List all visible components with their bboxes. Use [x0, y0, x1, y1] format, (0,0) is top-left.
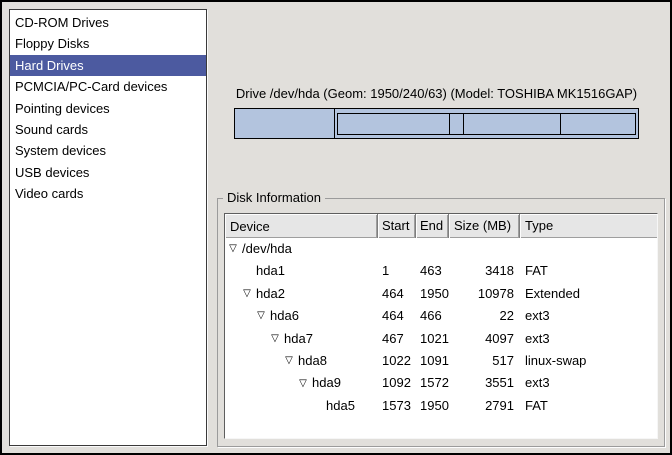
device-name: hda1 [256, 260, 285, 282]
partition-type: ext3 [520, 372, 657, 394]
sidebar-item-system-devices[interactable]: System devices [10, 140, 206, 161]
size-mb: 3418 [449, 260, 520, 282]
partition-type: ext3 [520, 305, 657, 327]
column-header-type[interactable]: Type [520, 214, 657, 238]
size-mb: 10978 [449, 283, 520, 305]
end-cylinder [416, 238, 449, 260]
partition-table-header: DeviceStartEndSize (MB)Type [225, 214, 657, 238]
size-mb: 517 [449, 350, 520, 372]
partition-hda2-extended-box [337, 113, 636, 135]
disk-information-label: Disk Information [223, 190, 325, 206]
hardware-browser-window: CD-ROM DrivesFloppy DisksHard DrivesPCMC… [0, 0, 672, 455]
start-cylinder: 467 [378, 328, 416, 350]
end-cylinder: 1572 [416, 372, 449, 394]
tree-expander-icon[interactable]: ▽ [241, 289, 253, 299]
start-cylinder: 464 [378, 283, 416, 305]
disk-information-frame: Disk Information DeviceStartEndSize (MB)… [217, 198, 665, 447]
partition-type: FAT [520, 260, 657, 282]
column-header-start[interactable]: Start [378, 214, 416, 238]
end-cylinder: 1950 [416, 395, 449, 417]
start-cylinder: 1022 [378, 350, 416, 372]
tree-expander-icon[interactable]: ▽ [255, 311, 267, 321]
partition-type: FAT [520, 395, 657, 417]
sidebar-item-cd-rom-drives[interactable]: CD-ROM Drives [10, 12, 206, 33]
table-row-hda6[interactable]: ▽hda6 46446622ext3 [225, 305, 657, 327]
tree-expander-icon[interactable]: ▽ [283, 356, 295, 366]
table-row-hda1[interactable]: hda1 14633418FAT [225, 260, 657, 282]
device-name: hda5 [326, 395, 355, 417]
sidebar-item-pcmcia-pc-card-devices[interactable]: PCMCIA/PC-Card devices [10, 76, 206, 97]
device-name: /dev/hda [242, 238, 292, 260]
drive-partition-bar [234, 108, 639, 139]
drive-title: Drive /dev/hda (Geom: 1950/240/63) (Mode… [234, 86, 639, 101]
table-row-hda7[interactable]: ▽hda7 46710214097ext3 [225, 328, 657, 350]
start-cylinder: 464 [378, 305, 416, 327]
table-row-hda5[interactable]: hda5 157319502791FAT [225, 395, 657, 417]
sidebar-item-video-cards[interactable]: Video cards [10, 183, 206, 204]
sidebar-item-sound-cards[interactable]: Sound cards [10, 119, 206, 140]
sidebar-item-usb-devices[interactable]: USB devices [10, 162, 206, 183]
column-header-size-mb-[interactable]: Size (MB) [449, 214, 520, 238]
tree-expander-icon[interactable]: ▽ [297, 379, 309, 389]
table-row--dev-hda[interactable]: ▽/dev/hda [225, 238, 657, 260]
sidebar-item-floppy-disks[interactable]: Floppy Disks [10, 33, 206, 54]
partition-hda1-segment [235, 109, 335, 138]
sidebar-item-hard-drives[interactable]: Hard Drives [10, 55, 206, 76]
partition-divider [449, 114, 450, 134]
tree-expander-icon[interactable]: ▽ [269, 334, 281, 344]
device-name: hda6 [270, 305, 299, 327]
size-mb [449, 238, 520, 260]
start-cylinder: 1092 [378, 372, 416, 394]
size-mb: 22 [449, 305, 520, 327]
partition-type [520, 238, 657, 260]
device-category-list: CD-ROM DrivesFloppy DisksHard DrivesPCMC… [9, 9, 207, 446]
end-cylinder: 1950 [416, 283, 449, 305]
start-cylinder [378, 238, 416, 260]
size-mb: 3551 [449, 372, 520, 394]
tree-expander-icon[interactable]: ▽ [227, 244, 239, 254]
table-row-hda9[interactable]: ▽hda9 109215723551ext3 [225, 372, 657, 394]
partition-type: ext3 [520, 328, 657, 350]
partition-type: linux-swap [520, 350, 657, 372]
partition-type: Extended [520, 283, 657, 305]
table-row-hda2[interactable]: ▽hda2 464195010978Extended [225, 283, 657, 305]
size-mb: 4097 [449, 328, 520, 350]
partition-divider [560, 114, 561, 134]
partition-table: DeviceStartEndSize (MB)Type ▽/dev/hdahda… [224, 213, 658, 439]
end-cylinder: 463 [416, 260, 449, 282]
sidebar-item-pointing-devices[interactable]: Pointing devices [10, 98, 206, 119]
device-name: hda7 [284, 328, 313, 350]
partition-divider [463, 114, 464, 134]
table-row-hda8[interactable]: ▽hda8 10221091517linux-swap [225, 350, 657, 372]
end-cylinder: 1021 [416, 328, 449, 350]
column-header-device[interactable]: Device [225, 214, 378, 238]
end-cylinder: 1091 [416, 350, 449, 372]
start-cylinder: 1573 [378, 395, 416, 417]
device-name: hda9 [312, 372, 341, 394]
device-name: hda8 [298, 350, 327, 372]
partition-table-body: ▽/dev/hdahda114633418FAT▽hda246419501097… [225, 238, 657, 417]
device-name: hda2 [256, 283, 285, 305]
end-cylinder: 466 [416, 305, 449, 327]
size-mb: 2791 [449, 395, 520, 417]
column-header-end[interactable]: End [416, 214, 449, 238]
start-cylinder: 1 [378, 260, 416, 282]
